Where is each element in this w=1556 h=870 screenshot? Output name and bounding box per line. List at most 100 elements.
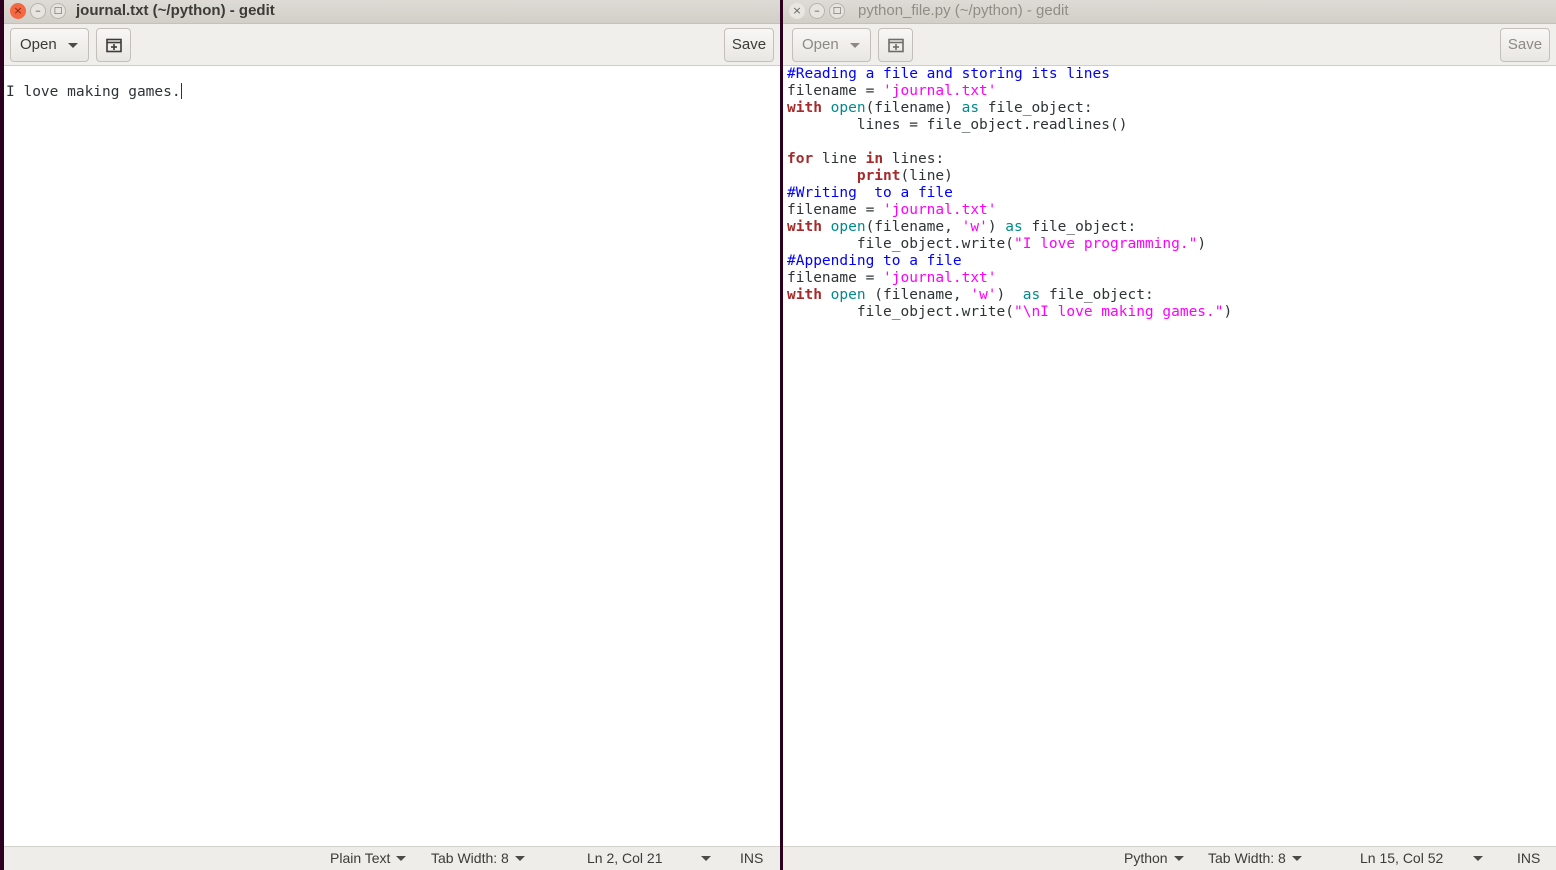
close-window-button[interactable]: × — [789, 3, 805, 19]
code-token: open — [830, 219, 866, 235]
code-token: 'w' — [970, 287, 997, 303]
chevron-down-icon — [850, 43, 860, 48]
window-title: python_file.py (~/python) - gedit — [858, 2, 1069, 19]
save-button[interactable]: Save — [724, 28, 774, 62]
code-token: 'w' — [961, 219, 988, 235]
code-token: lines: — [883, 151, 945, 167]
code-token: with — [787, 100, 822, 116]
document-text: I love making games. — [6, 84, 181, 100]
code-line: with open(filename) as file_object: — [787, 100, 1556, 117]
code-token: as — [961, 100, 980, 116]
close-window-button[interactable]: × — [10, 3, 26, 19]
title-bar[interactable]: × – □ journal.txt (~/python) - gedit — [4, 0, 780, 24]
code-token: for — [787, 151, 814, 167]
code-token: open — [830, 287, 866, 303]
code-token: ) — [996, 287, 1023, 303]
status-bar: Plain Text Tab Width: 8 Ln 2, Col 21 INS — [4, 846, 780, 870]
new-tab-button[interactable] — [878, 28, 913, 62]
open-button[interactable]: Open — [10, 28, 89, 62]
tab-width-label: Tab Width: 8 — [431, 850, 509, 866]
code-token: (filename) — [865, 100, 962, 116]
code-token: file_object.write( — [787, 236, 1014, 252]
window-title: journal.txt (~/python) - gedit — [76, 2, 275, 19]
code-line: with open (filename, 'w') as file_object… — [787, 287, 1556, 304]
title-bar[interactable]: × – □ python_file.py (~/python) - gedit — [783, 0, 1556, 24]
code-token: file_object.write( — [787, 304, 1014, 320]
new-document-icon — [106, 38, 122, 53]
code-token: filename = — [787, 270, 884, 286]
code-line: #Writing to a file — [787, 185, 1556, 202]
cursor-position-selector[interactable]: Ln 2, Col 21 — [587, 850, 711, 866]
code-line: lines = file_object.readlines() — [787, 117, 1556, 134]
language-label: Python — [1124, 850, 1168, 866]
minimize-window-button[interactable]: – — [809, 3, 825, 19]
code-token: 'journal.txt' — [883, 270, 997, 286]
cursor-position-selector[interactable]: Ln 15, Col 52 — [1360, 850, 1484, 866]
chevron-down-icon — [514, 856, 525, 861]
minimize-window-button[interactable]: – — [30, 3, 46, 19]
chevron-down-icon — [1173, 856, 1184, 861]
toolbar: Open Save — [783, 24, 1556, 66]
code-token: ) — [1223, 304, 1233, 320]
code-line: print(line) — [787, 168, 1556, 185]
tab-width-selector[interactable]: Tab Width: 8 — [431, 850, 525, 866]
code-token: as — [1005, 219, 1023, 235]
code-line: filename = 'journal.txt' — [787, 270, 1556, 287]
open-label: Open — [802, 36, 839, 53]
tab-width-label: Tab Width: 8 — [1208, 850, 1286, 866]
language-label: Plain Text — [330, 850, 391, 866]
chevron-down-icon — [396, 856, 407, 861]
code-token: print — [856, 168, 901, 184]
code-editor[interactable]: #Reading a file and storing its lines fil… — [783, 66, 1556, 846]
code-token: file_object: — [979, 100, 1093, 116]
code-token: "\nI love making games." — [1013, 304, 1224, 320]
chevron-down-icon — [700, 856, 711, 861]
open-label: Open — [20, 36, 57, 53]
language-selector[interactable]: Python — [1124, 850, 1184, 866]
text-cursor — [180, 83, 182, 99]
cursor-position-label: Ln 2, Col 21 — [587, 850, 663, 866]
code-token: #Appending to a file — [787, 253, 962, 269]
code-token: "I love programming." — [1013, 236, 1198, 252]
code-line: with open(filename, 'w') as file_object: — [787, 219, 1556, 236]
code-token: (filename, — [865, 287, 971, 303]
code-token: with — [787, 219, 822, 235]
code-line: file_object.write("I love programming.") — [787, 236, 1556, 253]
tab-width-selector[interactable]: Tab Width: 8 — [1208, 850, 1302, 866]
toolbar: Open Save — [4, 24, 780, 66]
open-button[interactable]: Open — [792, 28, 871, 62]
new-document-icon — [888, 38, 904, 53]
code-token: ) — [987, 219, 1006, 235]
status-bar: Python Tab Width: 8 Ln 15, Col 52 INS — [783, 846, 1556, 870]
code-line: for line in lines: — [787, 151, 1556, 168]
chevron-down-icon — [68, 43, 78, 48]
save-button[interactable]: Save — [1500, 28, 1550, 62]
code-token: filename = — [787, 202, 884, 218]
language-selector[interactable]: Plain Text — [330, 850, 407, 866]
python-file-window: × – □ python_file.py (~/python) - gedit … — [783, 0, 1556, 870]
journal-window: × – □ journal.txt (~/python) - gedit Ope… — [4, 0, 780, 870]
text-editor[interactable]: I love making games. — [4, 66, 780, 846]
new-tab-button[interactable] — [96, 28, 131, 62]
code-token: file_object: — [1040, 287, 1154, 303]
cursor-position-label: Ln 15, Col 52 — [1360, 850, 1444, 866]
code-line: filename = 'journal.txt' — [787, 83, 1556, 100]
maximize-window-button[interactable]: □ — [829, 3, 845, 19]
code-token: ) — [1197, 236, 1207, 252]
code-line: file_object.write("\nI love making games… — [787, 304, 1556, 321]
code-token: (filename, — [865, 219, 962, 235]
code-token: with — [787, 287, 822, 303]
code-token: lines = file_object.readlines() — [787, 117, 1128, 133]
code-token: file_object: — [1022, 219, 1137, 235]
code-token: open — [830, 100, 866, 116]
code-token: line — [813, 151, 866, 167]
code-token: #Reading a file and storing its lines — [787, 66, 1111, 82]
chevron-down-icon — [1291, 856, 1302, 861]
code-token: filename = — [787, 83, 884, 99]
maximize-window-button[interactable]: □ — [50, 3, 66, 19]
